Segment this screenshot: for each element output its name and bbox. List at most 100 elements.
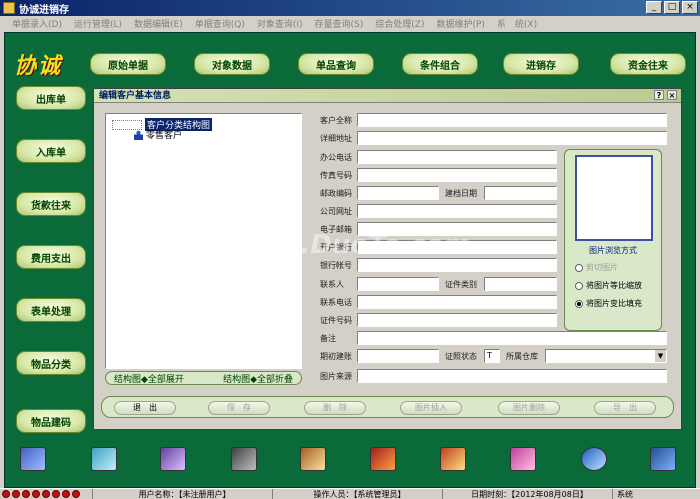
status-extra: 系统 xyxy=(612,488,692,499)
label-contact-phone: 联系电话 xyxy=(320,298,352,307)
expand-all-button[interactable]: 结构图◆全部展开 xyxy=(114,372,184,385)
nav-condition-combo[interactable]: 条件组合 xyxy=(402,53,478,75)
status-operator: 操作人员：【系统管理员】 xyxy=(272,488,442,499)
radio-crop[interactable]: 剪切图片 xyxy=(575,262,618,273)
period-start-field[interactable] xyxy=(357,349,439,363)
action-bar: 退 出 保 存 删 除 图片插入 图片删除 导 出 xyxy=(101,396,674,418)
image-source-field[interactable] xyxy=(357,369,667,383)
status-bar: 用户名称：【未注册用户】 操作人员：【系统管理员】 日期时刻：【2012年08月… xyxy=(0,488,700,499)
help-icon[interactable]: ? xyxy=(654,90,664,100)
close-button[interactable]: × xyxy=(682,1,698,14)
menu-item[interactable]: 综合处理(Z) xyxy=(369,17,430,30)
label-postcode: 邮政编码 xyxy=(320,189,352,198)
menu-item[interactable]: 单据录入(D) xyxy=(6,17,68,30)
toolbar-icon-4[interactable] xyxy=(231,447,257,471)
nav-item-query[interactable]: 单品查询 xyxy=(298,53,374,75)
address-field[interactable] xyxy=(357,131,667,145)
label-fax: 传真号码 xyxy=(320,171,352,180)
contact-phone-field[interactable] xyxy=(357,295,557,309)
label-contact: 联系人 xyxy=(320,280,344,289)
menu-item[interactable]: 运行管理(L) xyxy=(68,17,128,30)
panel-close-icon[interactable]: × xyxy=(667,90,677,100)
menu-item[interactable]: 系 统(X) xyxy=(491,17,543,30)
nav-funds[interactable]: 资金往来 xyxy=(610,53,686,75)
chevron-down-icon[interactable]: ▼ xyxy=(655,350,666,362)
radio-fill[interactable]: 将图片变比填充 xyxy=(575,298,642,309)
status-indicators xyxy=(0,490,92,498)
office-phone-field[interactable] xyxy=(357,150,557,164)
toolbar-icon-7[interactable] xyxy=(440,447,466,471)
insert-image-button[interactable]: 图片插入 xyxy=(400,401,462,415)
exit-button[interactable]: 退 出 xyxy=(114,401,176,415)
postcode-field[interactable] xyxy=(357,186,439,200)
label-warehouse: 所属仓库 xyxy=(506,352,538,361)
cert-status-field[interactable]: T xyxy=(484,349,500,363)
nav-original-docs[interactable]: 原始单据 xyxy=(90,53,166,75)
panel-title: 编辑客户基本信息 ? × xyxy=(94,89,681,103)
label-remark: 备注 xyxy=(320,334,336,343)
remark-field[interactable] xyxy=(357,331,667,345)
image-preview xyxy=(575,155,653,241)
side-item-coding[interactable]: 物品建码 xyxy=(16,409,86,433)
side-forms[interactable]: 表单处理 xyxy=(16,298,86,322)
fax-field[interactable] xyxy=(357,168,557,182)
account-field[interactable] xyxy=(357,258,557,272)
label-full-name: 客户全称 xyxy=(320,116,352,125)
status-date: 日期时刻：【2012年08月08日】 xyxy=(442,488,612,499)
status-company: 用户名称：【未注册用户】 xyxy=(92,488,272,499)
toolbar-icon-3[interactable] xyxy=(160,447,186,471)
minimize-button[interactable]: _ xyxy=(646,1,662,14)
created-date-field[interactable] xyxy=(484,186,557,200)
side-expenses[interactable]: 费用支出 xyxy=(16,245,86,269)
label-office-phone: 办公电话 xyxy=(320,153,352,162)
toolbar-icon-9[interactable] xyxy=(581,447,607,471)
nav-object-data[interactable]: 对象数据 xyxy=(194,53,270,75)
person-icon xyxy=(134,129,143,140)
side-inbound[interactable]: 入库单 xyxy=(16,139,86,163)
toolbar-icon-1[interactable] xyxy=(20,447,46,471)
side-outbound[interactable]: 出库单 xyxy=(16,86,86,110)
label-website: 公司网址 xyxy=(320,207,352,216)
warehouse-select[interactable]: ▼ xyxy=(545,349,667,363)
side-payments[interactable]: 货款往来 xyxy=(16,192,86,216)
label-cert-status: 证照状态 xyxy=(445,352,477,361)
cert-type-field[interactable] xyxy=(484,277,557,291)
delete-image-button[interactable]: 图片删除 xyxy=(498,401,560,415)
app-icon xyxy=(3,2,15,14)
toolbar-icon-10[interactable] xyxy=(650,447,676,471)
label-period-start: 期初建账 xyxy=(320,352,352,361)
label-cert-type: 证件类别 xyxy=(445,280,477,289)
window-title: 协诚进销存 xyxy=(19,4,69,16)
toolbar-icon-5[interactable] xyxy=(300,447,326,471)
menu-item[interactable]: 存量查询(S) xyxy=(309,17,370,30)
save-button[interactable]: 保 存 xyxy=(208,401,270,415)
app-logo: 协诚 xyxy=(14,53,63,79)
delete-button[interactable]: 删 除 xyxy=(304,401,366,415)
menu-item[interactable]: 数据维护(P) xyxy=(430,17,490,30)
watermark: www.DuoTe.com xyxy=(230,230,471,260)
label-account: 银行帐号 xyxy=(320,261,352,270)
menu-item[interactable]: 对象查询(I) xyxy=(251,17,309,30)
toolbar-icon-8[interactable] xyxy=(510,447,536,471)
menu-item[interactable]: 单据查询(Q) xyxy=(189,17,251,30)
side-categories[interactable]: 物品分类 xyxy=(16,351,86,375)
cert-no-field[interactable] xyxy=(357,313,557,327)
export-button[interactable]: 导 出 xyxy=(594,401,656,415)
tree-actions: 结构图◆全部展开 结构图◆全部折叠 xyxy=(105,371,302,385)
contact-field[interactable] xyxy=(357,277,439,291)
image-browse-title: 图片浏览方式 xyxy=(589,246,637,255)
label-created: 建档日期 xyxy=(445,189,477,198)
radio-scale[interactable]: 将图片等比缩放 xyxy=(575,280,642,291)
toolbar-icon-6[interactable] xyxy=(370,447,396,471)
menu-bar: 单据录入(D) 运行管理(L) 数据编辑(E) 单据查询(Q) 对象查询(I) … xyxy=(0,16,700,30)
collapse-all-button[interactable]: 结构图◆全部折叠 xyxy=(223,372,293,385)
label-image-source: 图片来源 xyxy=(320,372,352,381)
nav-inventory[interactable]: 进销存 xyxy=(503,53,579,75)
label-cert-no: 证件号码 xyxy=(320,316,352,325)
menu-item[interactable]: 数据编辑(E) xyxy=(128,17,189,30)
toolbar-icon-2[interactable] xyxy=(91,447,117,471)
full-name-field[interactable] xyxy=(357,113,667,127)
maximize-button[interactable]: □ xyxy=(664,1,680,14)
tree-node[interactable]: 零售客户 xyxy=(134,128,182,141)
website-field[interactable] xyxy=(357,204,557,218)
